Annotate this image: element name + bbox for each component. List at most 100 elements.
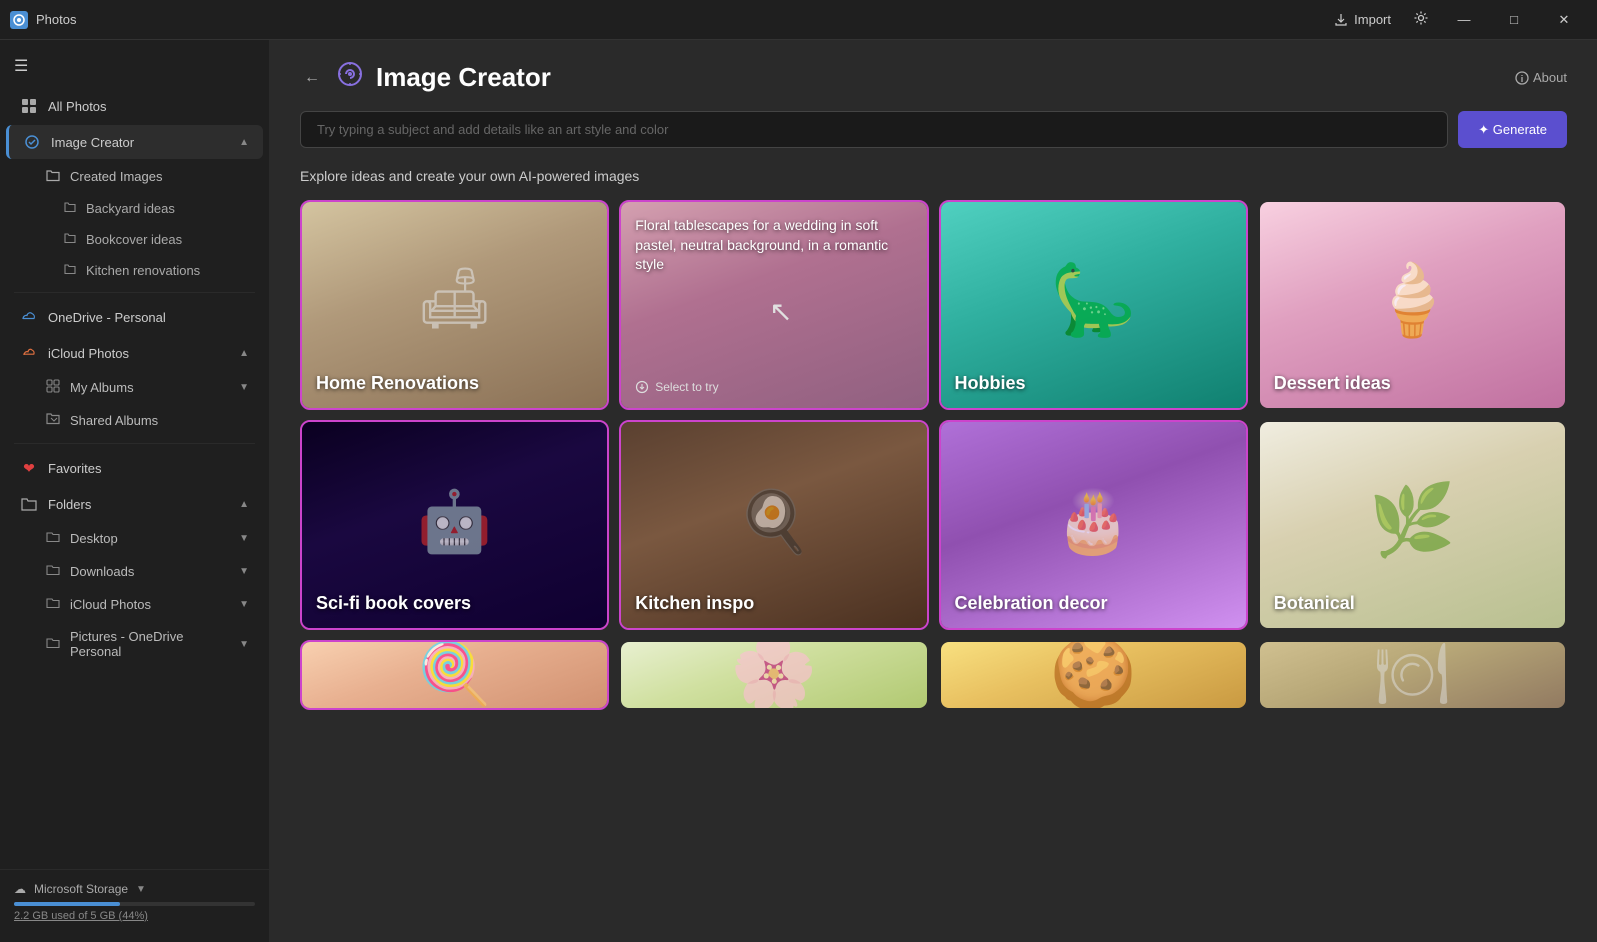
sidebar-item-bookcover-ideas[interactable]: Bookcover ideas — [6, 225, 263, 254]
sidebar-item-folders[interactable]: Folders ▲ — [6, 487, 263, 521]
about-button[interactable]: About — [1515, 70, 1567, 85]
sidebar-item-favorites[interactable]: ❤ Favorites — [6, 451, 263, 485]
storage-bar-bg — [14, 902, 255, 906]
generate-button[interactable]: ✦ Generate — [1458, 111, 1567, 148]
card-label-home-renovations: Home Renovations — [316, 373, 593, 394]
divider-2 — [14, 443, 255, 444]
sidebar-image-creator-label: Image Creator — [51, 135, 134, 150]
sidebar-item-shared-albums[interactable]: Shared Albums — [6, 405, 263, 436]
app-title-text: Photos — [36, 12, 76, 27]
card-label-floral: Floral tablescapes for a wedding in soft… — [635, 216, 912, 275]
image-creator-icon — [23, 133, 41, 151]
card-botanical[interactable]: Botanical — [1258, 420, 1567, 630]
folders-label: Folders — [48, 497, 91, 512]
downloads-icon — [46, 563, 60, 580]
favorites-label: Favorites — [48, 461, 101, 476]
sidebar-item-icloud-photos-folder[interactable]: iCloud Photos ▼ — [6, 589, 263, 620]
storage-usage-text[interactable]: 2.2 GB used of 5 GB (44%) — [14, 910, 255, 922]
pictures-onedrive-chevron: ▼ — [239, 639, 249, 650]
icloud-photos-folder-label: iCloud Photos — [70, 597, 151, 612]
import-button[interactable]: Import — [1324, 8, 1401, 31]
storage-label: ☁ Microsoft Storage ▼ — [14, 882, 255, 896]
card-kitchen[interactable]: Kitchen inspo — [619, 420, 928, 630]
sidebar-item-created-images[interactable]: Created Images — [6, 161, 263, 192]
sidebar-all-photos-label: All Photos — [48, 99, 107, 114]
card-label-scifi: Sci-fi book covers — [316, 593, 593, 614]
card-hobbies[interactable]: Hobbies — [939, 200, 1248, 410]
icloud-folder-chevron: ▼ — [239, 599, 249, 610]
page-icon — [336, 60, 364, 95]
sidebar-item-pictures-onedrive[interactable]: Pictures - OneDrive Personal ▼ — [6, 622, 263, 666]
card-macarons[interactable] — [939, 640, 1248, 710]
shared-albums-label: Shared Albums — [70, 413, 158, 428]
downloads-label: Downloads — [70, 564, 134, 579]
icloud-icon — [20, 344, 38, 362]
card-label-botanical: Botanical — [1274, 593, 1551, 614]
maximize-button[interactable]: □ — [1491, 4, 1537, 36]
sidebar-item-my-albums[interactable]: My Albums ▼ — [6, 372, 263, 403]
settings-button[interactable] — [1405, 6, 1437, 33]
folder-icon — [46, 168, 60, 185]
card-label-celebration: Celebration decor — [955, 593, 1232, 614]
folder-sub-icon-3 — [64, 263, 76, 278]
card-home-renovations[interactable]: Home Renovations — [300, 200, 609, 410]
close-button[interactable]: ✕ — [1541, 4, 1587, 36]
storage-chevron: ▼ — [136, 884, 146, 895]
sidebar-item-icloud[interactable]: iCloud Photos ▲ — [6, 336, 263, 370]
bookcover-ideas-label: Bookcover ideas — [86, 232, 182, 247]
sidebar-item-desktop[interactable]: Desktop ▼ — [6, 523, 263, 554]
sidebar-item-onedrive[interactable]: OneDrive - Personal — [6, 300, 263, 334]
my-albums-label: My Albums — [70, 380, 134, 395]
card-dessert[interactable]: Dessert ideas — [1258, 200, 1567, 410]
app-icon — [10, 11, 28, 29]
sidebar-item-all-photos[interactable]: All Photos — [6, 89, 263, 123]
card-celebration[interactable]: Celebration decor — [939, 420, 1248, 630]
back-button[interactable]: ← — [300, 65, 324, 91]
icloud-chevron: ▲ — [239, 348, 249, 359]
search-area: ✦ Generate — [270, 111, 1597, 168]
card-label-kitchen: Kitchen inspo — [635, 593, 912, 614]
storage-bar-fill — [14, 902, 120, 906]
downloads-chevron: ▼ — [239, 566, 249, 577]
desktop-icon — [46, 530, 60, 547]
sidebar-item-backyard-ideas[interactable]: Backyard ideas — [6, 194, 263, 223]
minimize-button[interactable]: — — [1441, 4, 1487, 36]
card-floral[interactable]: Floral tablescapes for a wedding in soft… — [619, 200, 928, 410]
hamburger-menu[interactable]: ☰ — [0, 48, 269, 84]
folders-icon — [20, 495, 38, 513]
my-albums-chevron: ▼ — [239, 382, 249, 393]
search-input[interactable] — [300, 111, 1448, 148]
onedrive-icon — [20, 308, 38, 326]
titlebar: Photos Import — □ ✕ — [0, 0, 1597, 40]
card-select-hint-floral: Select to try — [635, 380, 718, 394]
storage-section: ☁ Microsoft Storage ▼ 2.2 GB used of 5 G… — [0, 869, 269, 934]
card-flowers[interactable] — [619, 640, 928, 710]
card-scifi[interactable]: Sci-fi book covers — [300, 420, 609, 630]
sidebar-item-image-creator[interactable]: Image Creator ▲ — [6, 125, 263, 159]
card-candy[interactable] — [300, 640, 609, 710]
pictures-onedrive-label: Pictures - OneDrive Personal — [70, 629, 229, 659]
sidebar-item-kitchen-renovations[interactable]: Kitchen renovations — [6, 256, 263, 285]
image-creator-chevron: ▲ — [239, 137, 249, 148]
onedrive-label: OneDrive - Personal — [48, 310, 166, 325]
backyard-ideas-label: Backyard ideas — [86, 201, 175, 216]
desktop-label: Desktop — [70, 531, 118, 546]
card-plate[interactable] — [1258, 640, 1567, 710]
sidebar-item-downloads[interactable]: Downloads ▼ — [6, 556, 263, 587]
icloud-label: iCloud Photos — [48, 346, 129, 361]
image-grid: Home Renovations Floral tablescapes for … — [270, 200, 1597, 730]
card-label-dessert: Dessert ideas — [1274, 373, 1551, 394]
icloud-folder-icon — [46, 596, 60, 613]
divider-1 — [14, 292, 255, 293]
all-photos-icon — [20, 97, 38, 115]
app-body: ☰ All Photos — [0, 40, 1597, 942]
favorites-icon: ❤ — [20, 459, 38, 477]
folder-sub-icon — [64, 201, 76, 216]
my-albums-icon — [46, 379, 60, 396]
main-content: ← Image Creator About — [270, 40, 1597, 942]
titlebar-left: Photos — [10, 11, 76, 29]
created-images-label: Created Images — [70, 169, 163, 184]
page-title: Image Creator — [376, 62, 551, 93]
folders-chevron: ▲ — [239, 499, 249, 510]
card-label-hobbies: Hobbies — [955, 373, 1232, 394]
